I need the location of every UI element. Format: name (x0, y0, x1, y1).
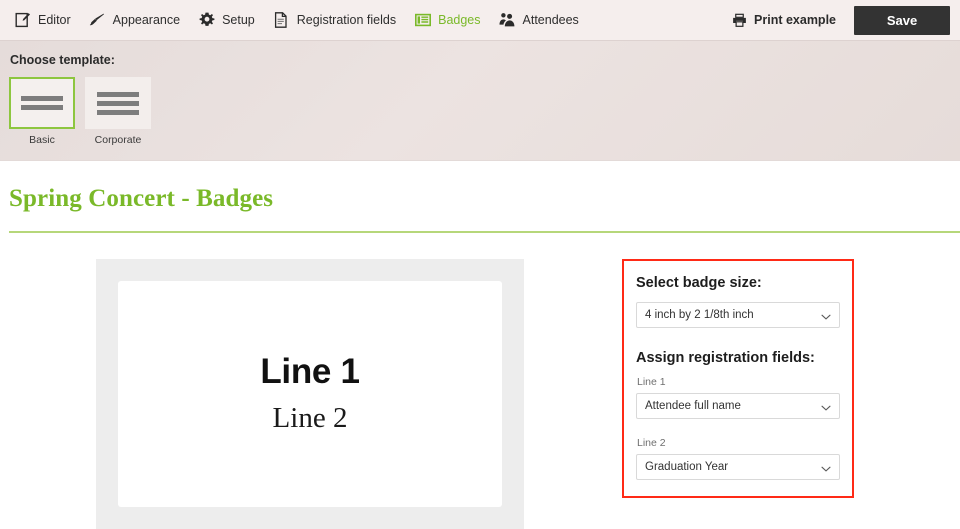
badge-line-2-text: Line 2 (272, 401, 348, 434)
line-1-field-select-value: Attendee full name (645, 400, 741, 412)
badge-size-select[interactable]: 4 inch by 2 1/8th inch (636, 302, 840, 328)
nav-item-appearance[interactable]: Appearance (85, 8, 194, 33)
select-badge-size-heading: Select badge size: (636, 275, 762, 291)
nav-item-label: Attendees (522, 13, 579, 27)
badge-preview-column: Line 1 Line 2 (0, 259, 620, 529)
top-toolbar: Editor Appearance Setup Registration fie… (0, 0, 960, 41)
nav-item-registration-fields[interactable]: Registration fields (269, 8, 410, 33)
line-2-field-select-value: Graduation Year (645, 461, 729, 473)
nav-item-editor[interactable]: Editor (10, 8, 85, 33)
nav-item-setup[interactable]: Setup (194, 8, 269, 33)
page-title-section: Spring Concert - Badges (0, 161, 960, 233)
field-label: Line 1 (637, 376, 666, 388)
print-example-button[interactable]: Print example (725, 8, 842, 33)
thumb-bar (97, 100, 139, 106)
thumb-bar (97, 109, 139, 115)
thumb-bar (21, 105, 63, 110)
thumb-bar (97, 91, 139, 97)
main-content: Line 1 Line 2 Select badge size: 4 inch … (0, 233, 960, 529)
nav-item-label: Registration fields (296, 13, 397, 27)
save-button[interactable]: Save (854, 5, 950, 35)
template-list: Basic Corporate (9, 77, 960, 146)
gear-icon (198, 12, 215, 29)
badge-size-select-value: 4 inch by 2 1/8th inch (645, 309, 754, 321)
badge-settings-column: Select badge size: 4 inch by 2 1/8th inc… (620, 259, 960, 498)
thumb-bar (21, 96, 63, 101)
toolbar-actions: Print example Save (725, 5, 950, 35)
people-icon (499, 12, 516, 29)
template-chooser-band: Choose template: Basic Corporate (0, 41, 960, 161)
nav-item-label: Appearance (112, 13, 181, 27)
template-option-basic[interactable]: Basic (9, 77, 75, 146)
chevron-down-icon (821, 310, 831, 320)
nav-item-label: Badges (438, 13, 481, 27)
edit-document-icon (14, 12, 31, 29)
print-example-label: Print example (754, 13, 836, 27)
template-option-corporate[interactable]: Corporate (85, 77, 151, 146)
template-option-label: Basic (29, 134, 55, 146)
page-title: Spring Concert - Badges (9, 185, 274, 212)
line-2-field-select[interactable]: Graduation Year (636, 454, 840, 480)
choose-template-label: Choose template: (10, 53, 115, 67)
nav-item-label: Editor (38, 13, 71, 27)
nav-item-label: Setup (222, 13, 255, 27)
assign-registration-fields-heading: Assign registration fields: (636, 350, 815, 366)
template-thumbnail-corporate (85, 77, 151, 129)
template-thumbnail-basic (9, 77, 75, 129)
primary-nav: Editor Appearance Setup Registration fie… (10, 8, 593, 33)
badge-settings-panel: Select badge size: 4 inch by 2 1/8th inc… (622, 259, 854, 498)
badge-lines-icon (414, 12, 431, 29)
chevron-down-icon (821, 462, 831, 472)
printer-icon (731, 12, 748, 29)
badge-card[interactable]: Line 1 Line 2 (118, 281, 502, 507)
badge-preview-canvas: Line 1 Line 2 (96, 259, 524, 529)
paintbrush-icon (89, 12, 106, 29)
field-block-line-1: Line 1 Attendee full name (636, 376, 840, 419)
nav-item-badges[interactable]: Badges (410, 8, 494, 33)
document-icon (273, 12, 290, 29)
nav-item-attendees[interactable]: Attendees (495, 8, 593, 33)
template-option-label: Corporate (94, 134, 142, 146)
badge-line-1-text: Line 1 (260, 352, 360, 392)
line-1-field-select[interactable]: Attendee full name (636, 393, 840, 419)
field-label: Line 2 (637, 437, 666, 449)
chevron-down-icon (821, 401, 831, 411)
field-block-line-2: Line 2 Graduation Year (636, 437, 840, 480)
